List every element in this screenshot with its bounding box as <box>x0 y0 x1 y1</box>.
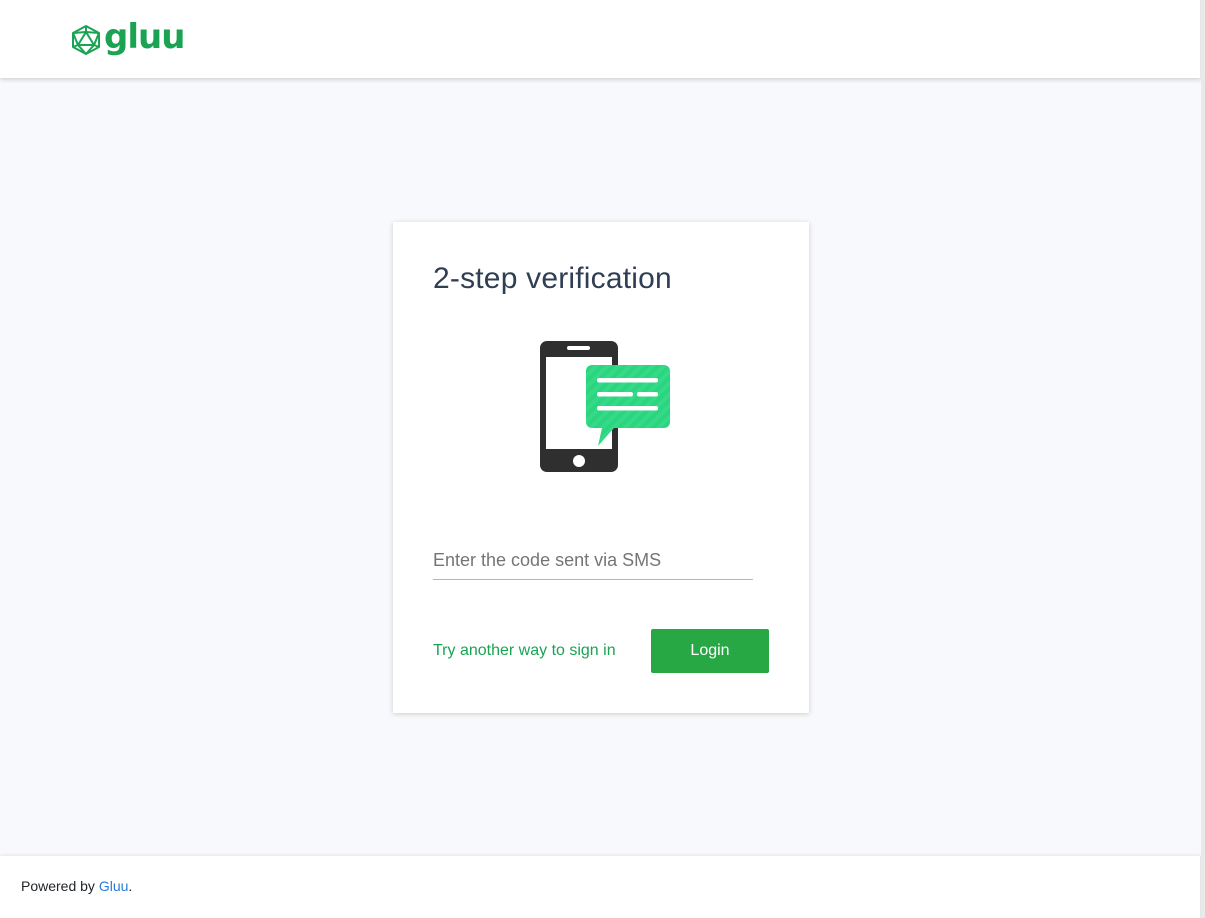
footer-text: Powered by Gluu. <box>21 878 132 894</box>
try-another-way-link[interactable]: Try another way to sign in <box>433 642 616 660</box>
footer: Powered by Gluu. <box>0 856 1201 918</box>
header: gluu <box>0 0 1201 78</box>
gluu-logo[interactable]: gluu <box>70 17 185 58</box>
login-button[interactable]: Login <box>651 629 769 673</box>
footer-prefix: Powered by <box>21 878 99 894</box>
footer-suffix: . <box>128 878 133 894</box>
page: gluu 2-step verification Try another way… <box>0 0 1205 918</box>
sms-code-input[interactable] <box>433 542 753 580</box>
verification-card: 2-step verification Try another way to s… <box>393 222 809 713</box>
window-edge <box>1201 0 1205 918</box>
icosahedron-icon <box>72 25 100 55</box>
gluu-footer-link[interactable]: Gluu <box>99 878 129 894</box>
phone-sms-icon <box>540 341 670 472</box>
page-title: 2-step verification <box>433 262 672 295</box>
logo-wordmark: gluu <box>104 17 185 57</box>
